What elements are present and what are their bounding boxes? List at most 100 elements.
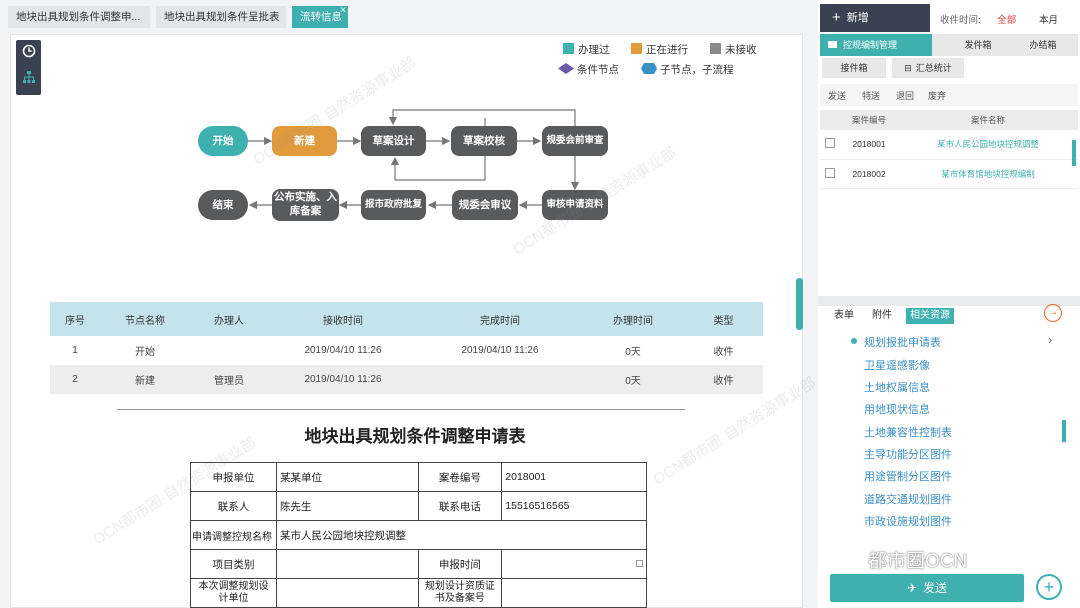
add-new-button[interactable]: + 新增 bbox=[820, 4, 930, 32]
design-unit-field[interactable] bbox=[275, 578, 419, 608]
case-no-label: 案卷编号 bbox=[417, 462, 503, 492]
finished-box-button[interactable]: 办结箱 bbox=[1012, 34, 1074, 56]
arrow-right-icon[interactable]: → bbox=[1044, 304, 1062, 322]
col-receive-time: 接收时间 bbox=[268, 302, 418, 336]
tab-related-resources[interactable]: 相关资源 bbox=[906, 308, 954, 324]
cell-type: 收件 bbox=[713, 347, 734, 358]
list-item[interactable]: 土地权属信息 bbox=[864, 379, 930, 395]
case-sidebar: + 新增 收件时间: 全部 本月 控规编制管理 发件箱 办结箱 接件箱 ⊟ 汇总统计… bbox=[818, 0, 1080, 608]
flow-diagram: 开始 新建 草案设计 草案校核 规委会前审查 审核申请资料 规委会审议 报市政府… bbox=[0, 0, 810, 300]
row-checkbox[interactable] bbox=[825, 167, 835, 178]
flow-node-end[interactable]: 结束 bbox=[198, 190, 248, 220]
cell-case-name[interactable]: 某市体育馆地块控规编制 bbox=[898, 159, 1078, 189]
col-finish-time: 完成时间 bbox=[418, 302, 582, 336]
section-divider bbox=[818, 296, 1080, 306]
outbox-button[interactable]: 发件箱 bbox=[948, 34, 1008, 56]
mailbox-tabs-2: 接件箱 ⊟ 汇总统计 bbox=[820, 58, 1078, 78]
project-type-field[interactable] bbox=[275, 549, 419, 579]
flow-node-committee-review[interactable]: 规委会审议 bbox=[452, 190, 518, 220]
subtab-discard[interactable]: 废弃 bbox=[928, 89, 946, 102]
cell-duration: 0天 bbox=[625, 347, 641, 358]
folder-icon bbox=[828, 41, 837, 48]
cell-index: 2 bbox=[50, 365, 100, 394]
apply-unit-label: 申报单位 bbox=[190, 462, 277, 492]
contact-field[interactable]: 陈先生 bbox=[275, 491, 419, 521]
folder-button[interactable]: 控规编制管理 bbox=[820, 34, 932, 56]
chevron-right-icon[interactable]: › bbox=[1048, 332, 1052, 347]
filter-all-link[interactable]: 全部 bbox=[997, 15, 1016, 26]
add-circle-icon[interactable]: + bbox=[1036, 574, 1062, 600]
table-row[interactable]: 2 新建 管理员 2019/04/10 11:26 0天 收件 bbox=[50, 365, 763, 394]
case-table: 案件编号 案件名称 2018001 某市人民公园地块控规调整 2018002 某… bbox=[820, 110, 1078, 189]
send-icon: ✈ bbox=[906, 581, 918, 595]
phone-label: 联系电话 bbox=[417, 491, 503, 521]
list-item[interactable]: 用途管制分区图件 bbox=[864, 468, 952, 484]
stats-label: 汇总统计 bbox=[915, 63, 952, 73]
row-checkbox-cell bbox=[820, 159, 840, 189]
chart-icon: ⊟ bbox=[904, 63, 912, 73]
cell-case-name[interactable]: 某市人民公园地块控规调整 bbox=[898, 130, 1078, 160]
table-row[interactable]: 2018001 某市人民公园地块控规调整 bbox=[820, 130, 1078, 160]
col-handler: 办理人 bbox=[190, 302, 268, 336]
form-row: 申请调整控规名称 某市人民公园地块控规调整 bbox=[190, 520, 648, 550]
col-select bbox=[820, 110, 840, 130]
received-box-button[interactable]: 接件箱 bbox=[822, 58, 886, 78]
calendar-icon[interactable] bbox=[636, 560, 643, 567]
flow-node-draft-review[interactable]: 草案校核 bbox=[451, 126, 517, 156]
tab-form[interactable]: 表单 bbox=[830, 308, 858, 324]
table-row[interactable]: 2018002 某市体育馆地块控规编制 bbox=[820, 159, 1078, 189]
list-item[interactable]: 规划报批申请表 bbox=[864, 334, 941, 350]
form-row: 项目类别 申报时间 bbox=[190, 549, 647, 579]
phone-field[interactable]: 15516516565 bbox=[501, 491, 647, 521]
tab-attachments[interactable]: 附件 bbox=[868, 308, 896, 324]
flow-node-pre-review[interactable]: 规委会前审查 bbox=[542, 126, 608, 156]
case-no-field[interactable]: 2018001 bbox=[501, 462, 647, 492]
table-row[interactable]: 1 开始 2019/04/10 11:26 2019/04/10 11:26 0… bbox=[50, 336, 763, 365]
cell-finish-time: 2019/04/10 11:26 bbox=[461, 345, 539, 356]
subtab-return[interactable]: 退回 bbox=[896, 89, 914, 102]
apply-unit-field[interactable]: 某某单位 bbox=[275, 462, 419, 492]
flow-node-draft-design[interactable]: 草案设计 bbox=[361, 126, 426, 156]
flow-node-new[interactable]: 新建 bbox=[272, 126, 337, 156]
action-subtabs: 发送 特送 退回 废弃 bbox=[820, 84, 1078, 106]
subtab-special-send[interactable]: 特送 bbox=[862, 89, 880, 102]
cell-receive-time: 2019/04/10 11:26 bbox=[304, 345, 382, 356]
case-scrollbar[interactable] bbox=[1072, 140, 1076, 166]
resource-scrollbar[interactable] bbox=[1062, 420, 1066, 442]
list-item[interactable]: 道路交通规划图件 bbox=[864, 491, 952, 507]
apply-time-field[interactable] bbox=[501, 549, 647, 579]
cell-handler: 管理员 bbox=[190, 365, 268, 394]
list-item[interactable]: 用地现状信息 bbox=[864, 401, 930, 417]
add-new-label: 新增 bbox=[846, 12, 869, 24]
filter-month-link[interactable]: 本月 bbox=[1039, 15, 1058, 26]
divider bbox=[117, 409, 685, 410]
list-item[interactable]: 市政设施规划图件 bbox=[864, 513, 952, 529]
row-checkbox-cell bbox=[820, 130, 840, 160]
cert-field[interactable] bbox=[501, 578, 647, 608]
receive-time-filter: 收件时间: 全部 本月 bbox=[940, 12, 1058, 26]
flow-node-publish[interactable]: 公布实施、入库备案 bbox=[272, 189, 339, 221]
brand-watermark: 都市圈OCN bbox=[868, 551, 968, 572]
cell-duration: 0天 bbox=[582, 365, 684, 394]
stats-button[interactable]: ⊟ 汇总统计 bbox=[892, 58, 964, 78]
application-form: 申报单位 某某单位 案卷编号 2018001 联系人 陈先生 联系电话 1551… bbox=[190, 462, 648, 608]
list-item[interactable]: 主导功能分区图件 bbox=[864, 446, 952, 462]
form-row: 联系人 陈先生 联系电话 15516516565 bbox=[190, 491, 647, 521]
flow-node-start[interactable]: 开始 bbox=[198, 126, 248, 156]
cell-type: 收件 bbox=[684, 365, 763, 394]
list-item[interactable]: 土地兼容性控制表 bbox=[864, 424, 952, 440]
col-type: 类型 bbox=[684, 302, 763, 336]
flow-node-gov-approve[interactable]: 报市政府批复 bbox=[361, 190, 426, 220]
case-table-header: 案件编号 案件名称 bbox=[820, 110, 1078, 130]
plan-name-field[interactable]: 某市人民公园地块控规调整 bbox=[275, 520, 648, 550]
subtab-send[interactable]: 发送 bbox=[828, 89, 846, 102]
form-row: 申报单位 某某单位 案卷编号 2018001 bbox=[190, 462, 647, 492]
list-item[interactable]: 卫星遥感影像 bbox=[864, 357, 930, 373]
flow-node-check-apply[interactable]: 审核申请资料 bbox=[542, 190, 608, 220]
send-button[interactable]: ✈ 发送 bbox=[830, 574, 1024, 602]
design-unit-label: 本次调整规划设计单位 bbox=[190, 578, 277, 608]
col-node-name: 节点名称 bbox=[100, 302, 190, 336]
plus-icon: + bbox=[832, 9, 841, 26]
row-checkbox[interactable] bbox=[825, 138, 835, 149]
cell-finish-time bbox=[418, 365, 582, 394]
